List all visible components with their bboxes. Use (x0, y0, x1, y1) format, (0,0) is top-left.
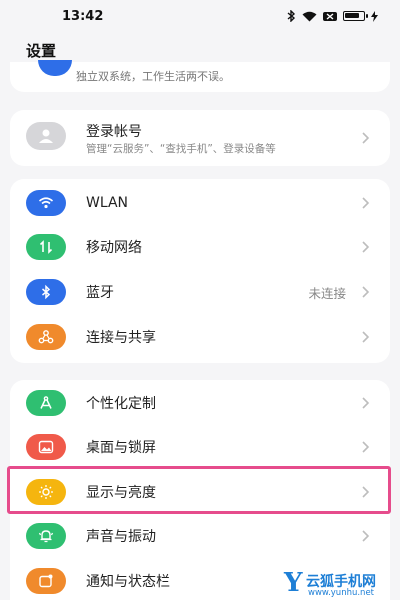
highlight-box (7, 466, 391, 514)
chevron-right-icon (362, 241, 370, 253)
dual-system-card[interactable]: 独立双系统，工作生活两不误。 (10, 60, 390, 92)
settings-item-personalization[interactable]: 个性化定制 (10, 381, 390, 425)
mobile-data-icon (26, 234, 66, 260)
chevron-right-icon (362, 197, 370, 209)
chevron-right-icon (362, 397, 370, 409)
bluetooth-status-icon (287, 10, 296, 22)
settings-item-wlan[interactable]: WLAN (10, 181, 390, 225)
wifi-status-icon (302, 11, 317, 21)
account-subtitle: 管理“云服务”、“查找手机”、登录设备等 (86, 143, 276, 155)
chevron-right-icon (362, 530, 370, 542)
watermark-mark: Y (284, 568, 303, 598)
network-settings-card: WLAN 移动网络 蓝牙 未连接 连接与共享 (10, 179, 390, 363)
personalize-icon (26, 390, 66, 416)
page-title: 设置 (26, 42, 57, 60)
account-card[interactable]: 登录帐号 管理“云服务”、“查找手机”、登录设备等 (10, 110, 390, 166)
settings-item-sound-vibration[interactable]: 声音与振动 (10, 514, 390, 558)
settings-item-label: WLAN (86, 195, 129, 211)
share-icon (26, 324, 66, 350)
chevron-right-icon (362, 132, 370, 144)
avatar-icon (26, 122, 66, 150)
bluetooth-icon (26, 279, 66, 305)
settings-item-connection-sharing[interactable]: 连接与共享 (10, 315, 390, 359)
settings-item-bluetooth[interactable]: 蓝牙 未连接 (10, 270, 390, 314)
settings-item-label: 桌面与锁屏 (86, 440, 156, 456)
notification-icon (26, 568, 66, 594)
wifi-icon (26, 190, 66, 216)
dual-system-icon (38, 60, 72, 76)
settings-item-label: 连接与共享 (86, 330, 156, 346)
bluetooth-status-value: 未连接 (308, 285, 346, 301)
settings-item-label: 移动网络 (86, 240, 142, 256)
watermark-url: www.yunhu.net (308, 588, 375, 598)
charging-icon (371, 10, 378, 22)
watermark-logo: Y 云狐手机网 www.yunhu.net (284, 568, 396, 598)
status-bar: 13:42 (0, 0, 400, 32)
chevron-right-icon (362, 286, 370, 298)
wallpaper-icon (26, 434, 66, 460)
settings-item-desktop-lockscreen[interactable]: 桌面与锁屏 (10, 425, 390, 469)
battery-icon (343, 11, 368, 21)
chevron-right-icon (362, 331, 370, 343)
signal-status-icon (323, 11, 337, 21)
settings-item-label: 蓝牙 (86, 285, 114, 301)
settings-item-mobile-network[interactable]: 移动网络 (10, 225, 390, 269)
status-icons (287, 10, 378, 22)
battery-fill (345, 13, 360, 18)
status-time: 13:42 (62, 8, 104, 24)
settings-item-label: 通知与状态栏 (86, 574, 170, 590)
dual-system-text: 独立双系统，工作生活两不误。 (76, 70, 230, 83)
bell-icon (26, 523, 66, 549)
chevron-right-icon (362, 441, 370, 453)
account-title: 登录帐号 (86, 124, 142, 140)
settings-item-label: 个性化定制 (86, 396, 156, 412)
settings-item-label: 声音与振动 (86, 529, 156, 545)
